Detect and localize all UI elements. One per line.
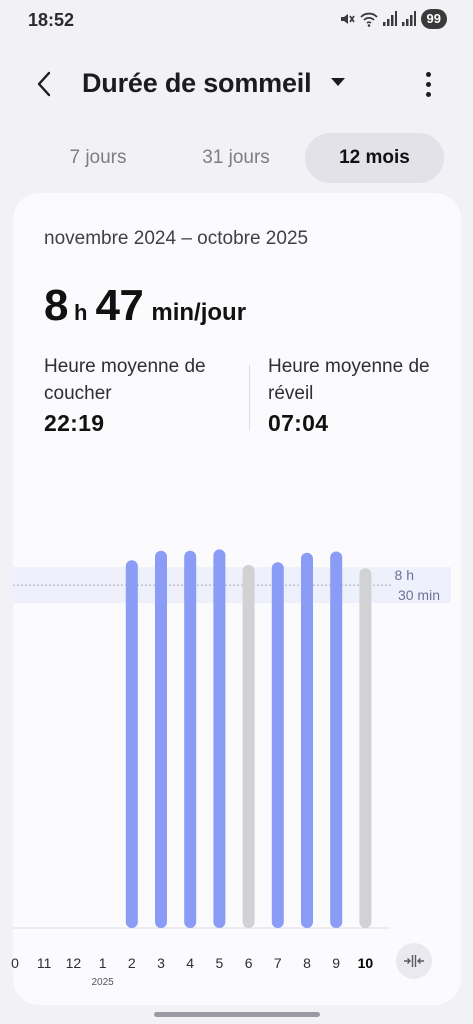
sleep-bar-chart: 8 h 30 min 0 11 12 1 2025 2 3 4 5 6 7 8 9 10 — [11, 549, 451, 988]
x-tick-2: 2 — [128, 955, 136, 971]
collapse-arrows-icon — [404, 955, 424, 967]
x-tick-6: 6 — [245, 955, 253, 971]
x-tick-5: 5 — [216, 955, 224, 971]
x-tick-3: 3 — [157, 955, 165, 971]
x-tick-0: 0 — [11, 955, 19, 971]
x-tick-8: 8 — [303, 955, 311, 971]
goal-label-hours: 8 h — [395, 567, 414, 583]
x-tick-4: 4 — [186, 955, 194, 971]
x-tick-1: 1 — [99, 955, 107, 971]
x-tick-12: 12 — [66, 955, 82, 971]
x-tick-11: 11 — [37, 955, 52, 971]
x-tick-9: 9 — [332, 955, 340, 971]
year-label: 2025 — [91, 977, 114, 988]
x-tick-7: 7 — [274, 955, 282, 971]
x-tick-10: 10 — [358, 955, 374, 971]
goal-label-minutes: 30 min — [398, 587, 440, 603]
home-indicator — [154, 1012, 320, 1017]
collapse-chart-button[interactable] — [396, 943, 432, 979]
